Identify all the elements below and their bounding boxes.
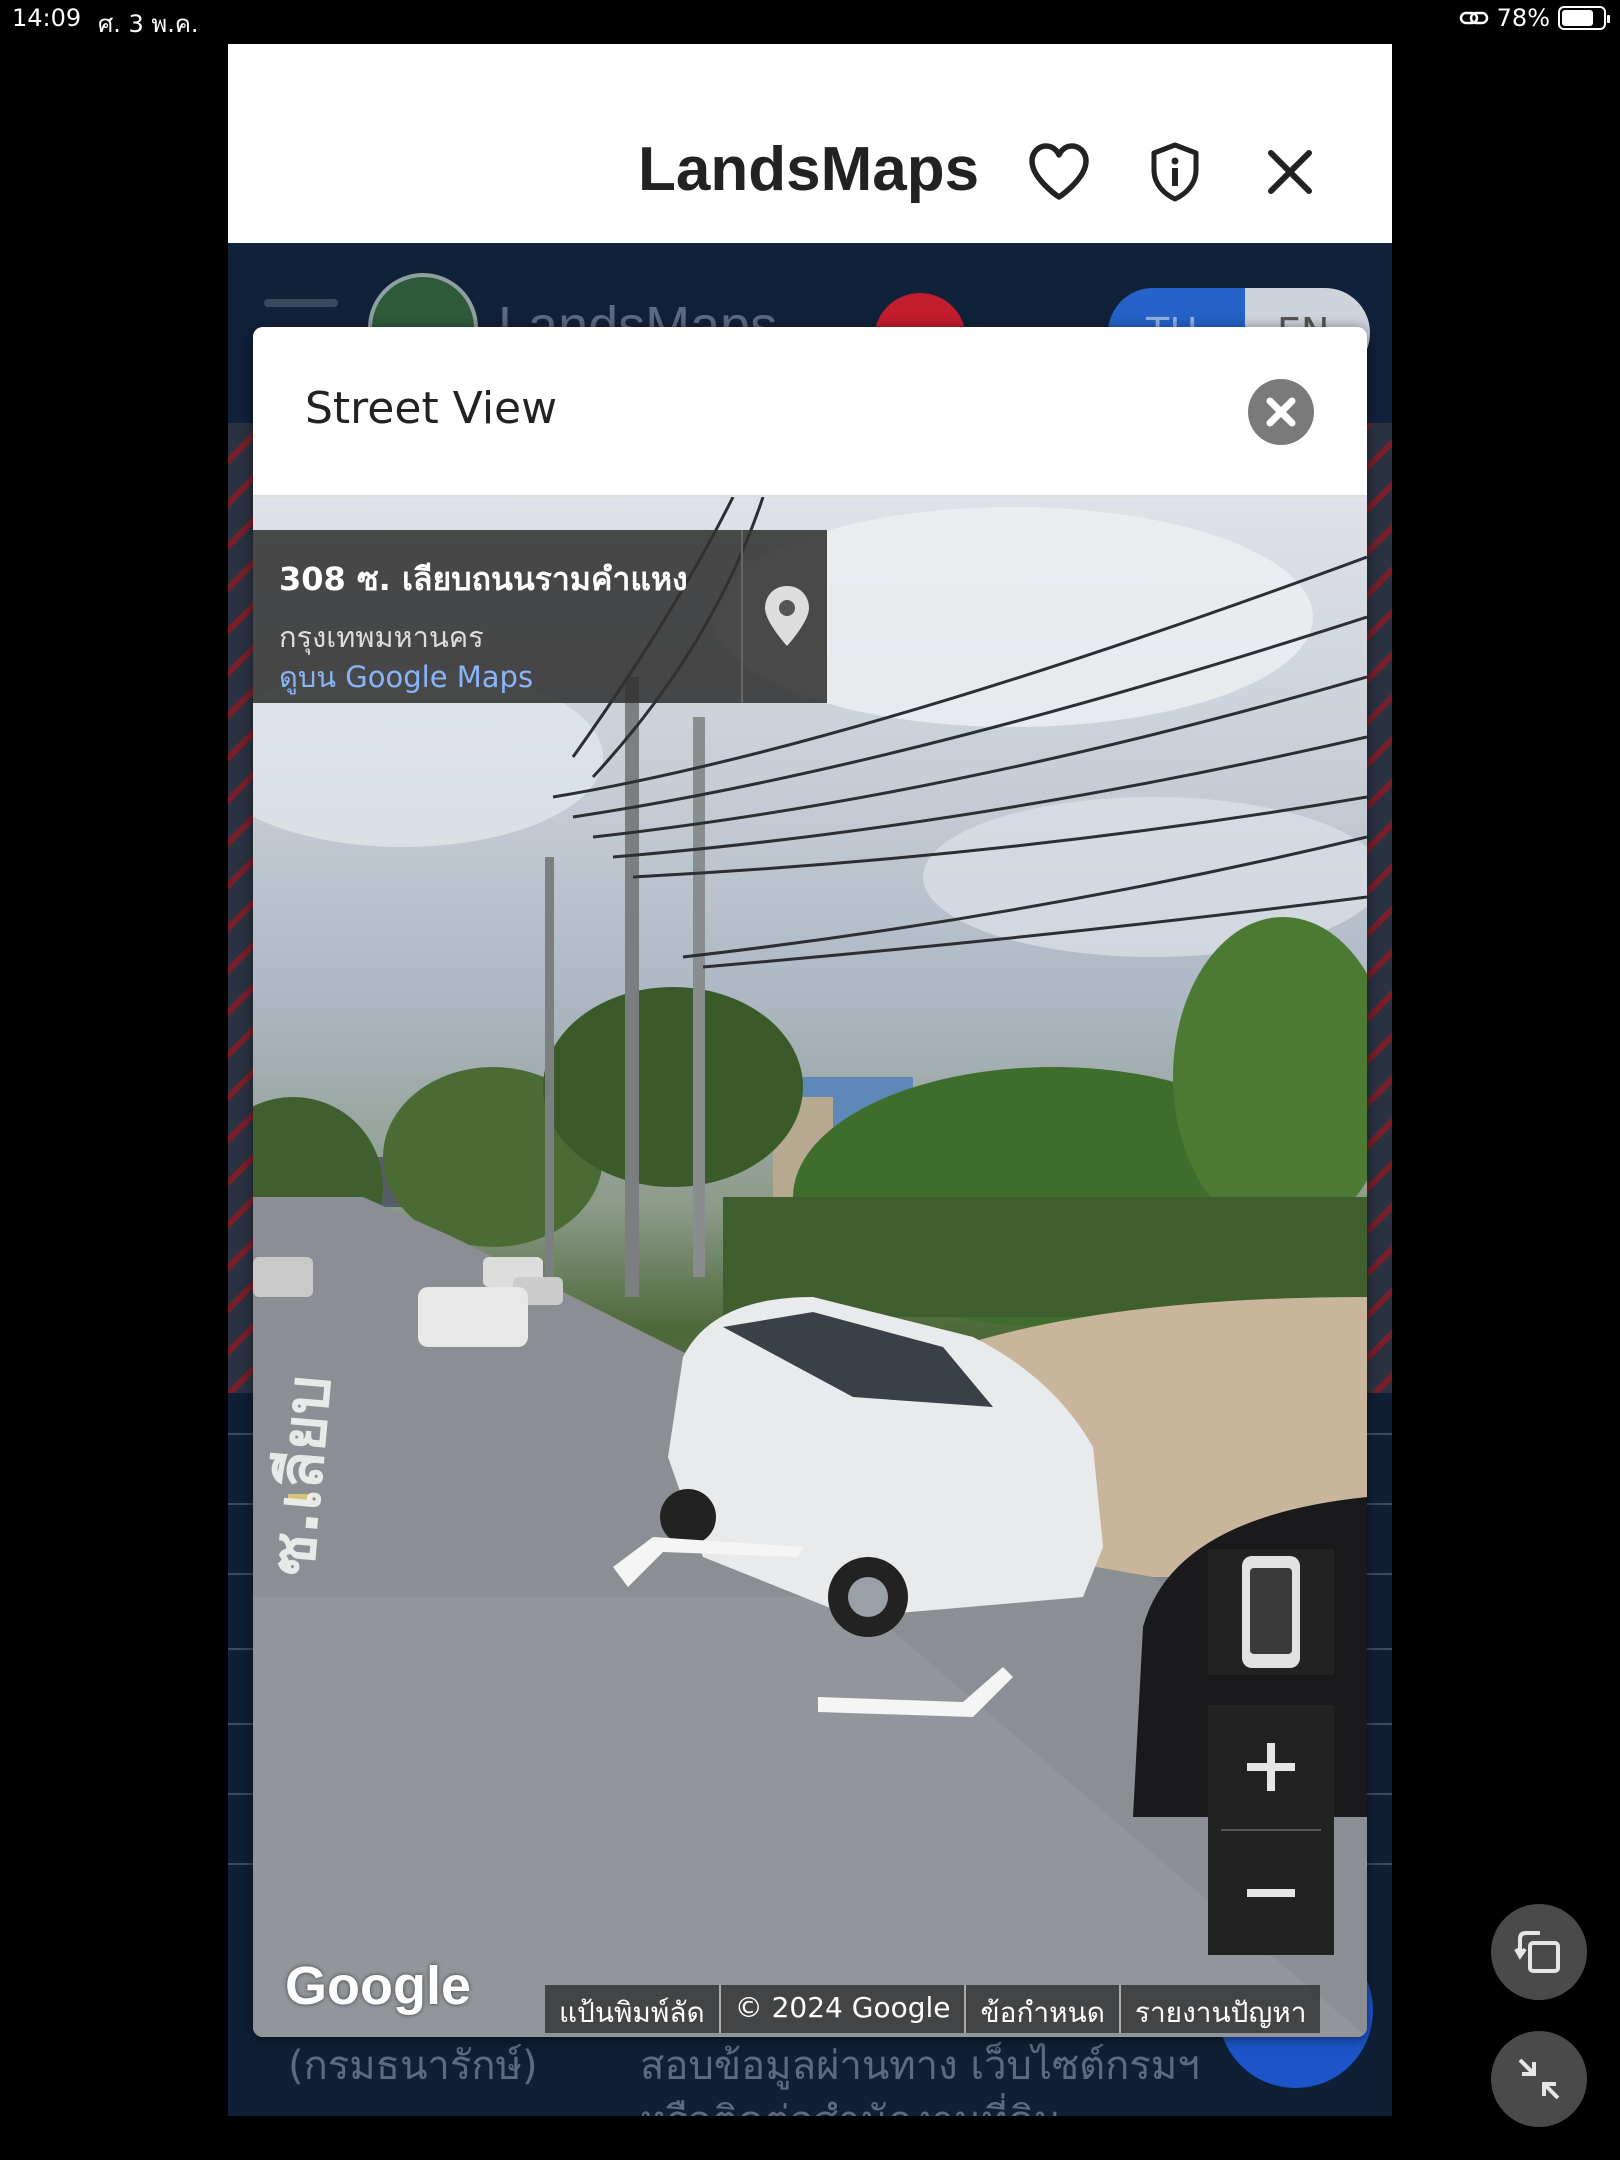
status-bar: 14:09 ศ. 3 พ.ค. 78% (0, 0, 1620, 40)
zoom-out-button[interactable] (1208, 1831, 1334, 1955)
modal-header: Street View (253, 327, 1367, 497)
minimize-icon (1518, 2058, 1560, 2100)
sheet-header: LandsMaps (228, 44, 1392, 243)
status-date: ศ. 3 พ.ค. (98, 10, 199, 38)
battery-percent: 78% (1496, 4, 1550, 32)
info-divider (741, 530, 743, 703)
footer-text-3: หรือติดต่อสำนักงานที่ดิน (640, 2088, 1061, 2116)
link-icon (1459, 11, 1488, 25)
device-rotate-icon (1242, 1556, 1300, 1668)
keyboard-shortcuts-link[interactable]: แป้นพิมพ์ลัด (545, 1985, 719, 2033)
status-right: 78% (1459, 4, 1610, 32)
street-view-panorama[interactable]: ซ.เลียบ 308 ซ. เลียบถนนรามคำแหง กรุงเทพม… (253, 497, 1367, 2037)
favorite-button[interactable] (1027, 140, 1091, 204)
location-pin-button[interactable] (759, 584, 815, 650)
menu-icon (264, 299, 338, 307)
shield-info-button[interactable] (1143, 140, 1207, 204)
device-orientation-button[interactable] (1208, 1549, 1334, 1675)
close-icon (1268, 150, 1312, 194)
status-time: 14:09 (12, 4, 82, 32)
minimize-button[interactable] (1491, 2031, 1587, 2127)
plus-icon (1247, 1743, 1295, 1791)
app-sheet: LandsMaps LandsMaps TH EN (228, 44, 1392, 2116)
shield-info-icon (1151, 142, 1199, 202)
report-problem-link[interactable]: รายงานปัญหา (1118, 1985, 1321, 2033)
sheet-title: LandsMaps (638, 135, 980, 204)
panorama-scene: ซ.เลียบ (253, 497, 1367, 2037)
modal-title: Street View (305, 383, 558, 434)
footer-text-1: (กรมธนารักษ์) (288, 2043, 538, 2089)
rotate-button[interactable] (1491, 1904, 1587, 2000)
zoom-controls (1208, 1705, 1334, 1955)
modal-close-button[interactable] (1248, 379, 1314, 445)
location-address: 308 ซ. เลียบถนนรามคำแหง (279, 560, 688, 598)
rotate-icon (1514, 1931, 1560, 1973)
copyright-text: © 2024 Google (718, 1985, 965, 2033)
zoom-in-button[interactable] (1208, 1705, 1334, 1829)
attribution-bar: แป้นพิมพ์ลัด © 2024 Google ข้อกำหนด รายง… (545, 1985, 1321, 2033)
location-info-card: 308 ซ. เลียบถนนรามคำแหง กรุงเทพมหานคร ดู… (253, 530, 827, 703)
street-view-modal: Street View ซ.เลียบ 308 ซ. เลียบถนนรามคำ… (253, 327, 1367, 2037)
close-sheet-button[interactable] (1258, 140, 1322, 204)
battery-icon (1558, 6, 1610, 30)
location-pin-icon (765, 586, 809, 646)
heart-icon (1029, 143, 1089, 200)
terms-link[interactable]: ข้อกำหนด (964, 1985, 1119, 2033)
view-on-google-maps-link[interactable]: ดูบน Google Maps (279, 654, 533, 700)
google-logo: Google (285, 1956, 471, 2016)
close-circle-icon (1266, 397, 1296, 427)
minus-icon (1247, 1889, 1295, 1897)
